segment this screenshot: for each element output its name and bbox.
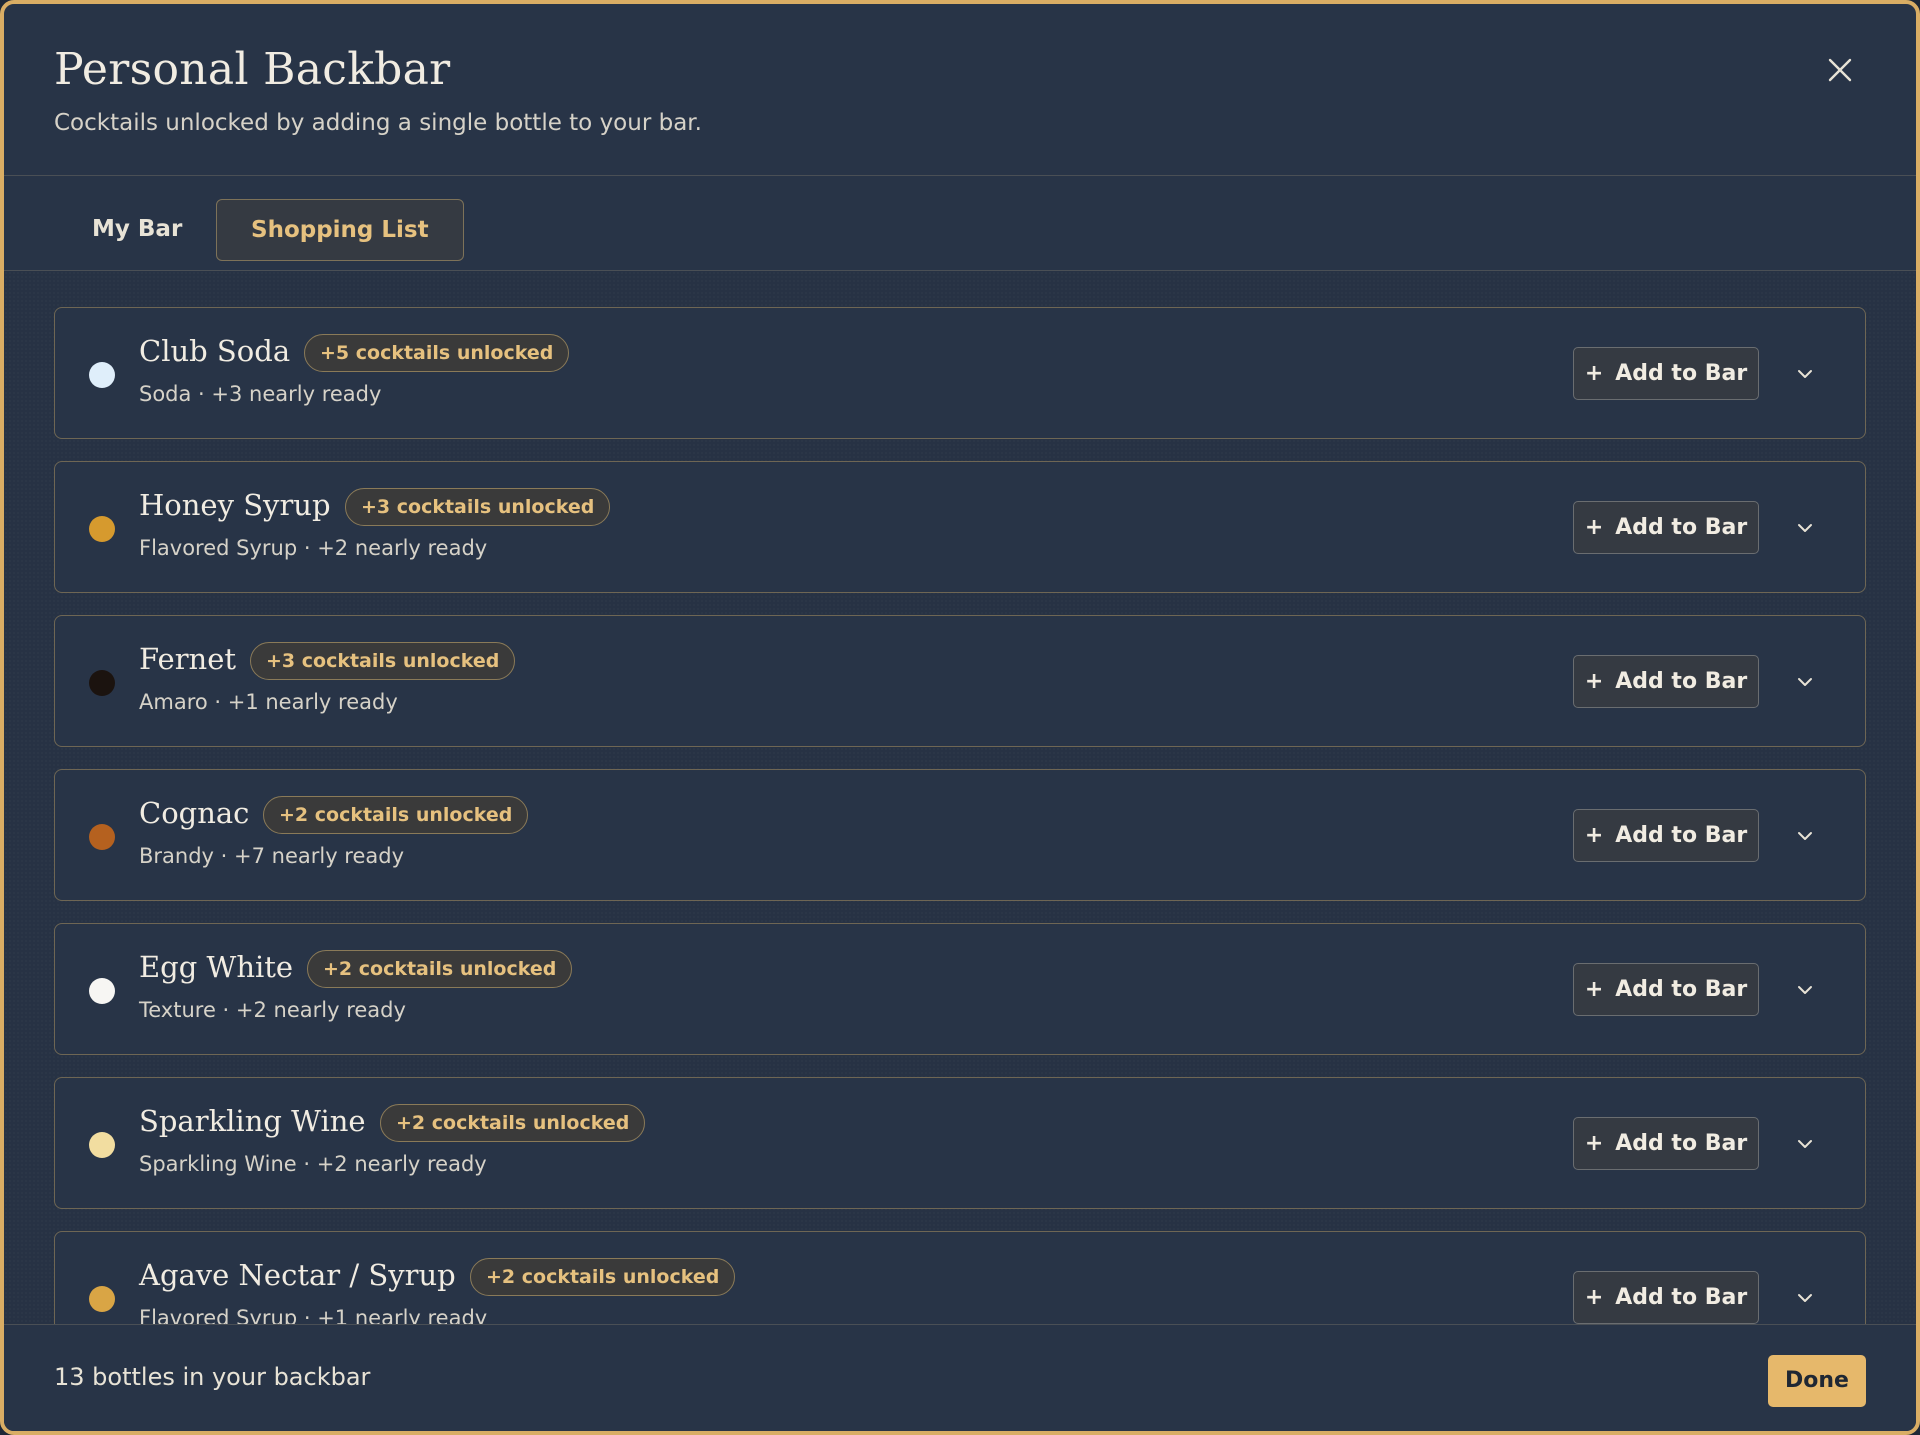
cocktails-unlocked-badge: +2 cocktails unlocked [380,1104,646,1142]
dialog-header: Personal Backbar Cocktails unlocked by a… [4,4,1916,176]
chevron-down-icon[interactable] [1795,826,1815,846]
add-to-bar-label: Add to Bar [1615,515,1748,540]
add-to-bar-button[interactable]: + Add to Bar [1573,347,1759,400]
cocktails-unlocked-badge: +2 cocktails unlocked [470,1258,736,1296]
ingredient-meta: Amaro · +1 nearly ready [139,690,398,714]
close-button[interactable] [1822,52,1858,88]
ingredient-color-dot [89,1286,115,1312]
cocktails-unlocked-badge: +2 cocktails unlocked [263,796,529,834]
add-to-bar-label: Add to Bar [1615,1285,1748,1310]
ingredient-name: Fernet [139,642,237,676]
cocktails-unlocked-badge: +3 cocktails unlocked [250,642,516,680]
shopping-list-scroll-area[interactable]: Club Soda +5 cocktails unlocked Soda · +3 … [4,271,1916,1324]
ingredient-color-dot [89,1132,115,1158]
ingredient-card[interactable]: Honey Syrup +3 cocktails unlocked Flavored… [54,461,1866,593]
ingredient-color-dot [89,824,115,850]
cocktails-unlocked-badge: +5 cocktails unlocked [304,334,570,372]
ingredient-name: Sparkling Wine [139,1104,366,1138]
personal-backbar-dialog: Personal Backbar Cocktails unlocked by a… [0,0,1920,1435]
tab-shopping-list[interactable]: Shopping List [216,199,464,261]
plus-icon: + [1584,669,1604,694]
add-to-bar-button[interactable]: + Add to Bar [1573,501,1759,554]
bottle-count: 13 bottles in your backbar [54,1363,371,1391]
chevron-down-icon[interactable] [1795,672,1815,692]
ingredient-name: Honey Syrup [139,488,331,522]
plus-icon: + [1584,1131,1604,1156]
add-to-bar-button[interactable]: + Add to Bar [1573,1271,1759,1324]
ingredient-card[interactable]: Cognac +2 cocktails unlocked Brandy · +7 n… [54,769,1866,901]
chevron-down-icon[interactable] [1795,980,1815,1000]
ingredient-list: Club Soda +5 cocktails unlocked Soda · +3 … [54,307,1866,1324]
add-to-bar-label: Add to Bar [1615,823,1748,848]
ingredient-name: Egg White [139,950,294,984]
add-to-bar-label: Add to Bar [1615,669,1748,694]
ingredient-meta: Brandy · +7 nearly ready [139,844,405,868]
ingredient-meta: Sparkling Wine · +2 nearly ready [139,1152,487,1176]
cocktails-unlocked-badge: +2 cocktails unlocked [307,950,573,988]
ingredient-name: Club Soda [139,334,291,368]
ingredient-meta: Texture · +2 nearly ready [139,998,406,1022]
add-to-bar-button[interactable]: + Add to Bar [1573,655,1759,708]
cocktails-unlocked-badge: +3 cocktails unlocked [345,488,611,526]
add-to-bar-button[interactable]: + Add to Bar [1573,809,1759,862]
chevron-down-icon[interactable] [1795,1288,1815,1308]
ingredient-meta: Soda · +3 nearly ready [139,382,382,406]
ingredient-name: Agave Nectar / Syrup [139,1258,456,1292]
add-to-bar-label: Add to Bar [1615,1131,1748,1156]
ingredient-meta: Flavored Syrup · +1 nearly ready [139,1306,488,1324]
ingredient-card[interactable]: Sparkling Wine +2 cocktails unlocked Spark… [54,1077,1866,1209]
add-to-bar-label: Add to Bar [1615,361,1748,386]
dialog-subtitle: Cocktails unlocked by adding a single bo… [54,110,702,136]
dialog-footer: 13 bottles in your backbar Done [4,1324,1916,1431]
tab-bar: My Bar Shopping List [4,176,1916,271]
ingredient-color-dot [89,516,115,542]
close-icon [1828,58,1852,82]
ingredient-color-dot [89,978,115,1004]
ingredient-card[interactable]: Fernet +3 cocktails unlocked Amaro · +1 ne… [54,615,1866,747]
dialog-title: Personal Backbar [54,44,451,95]
ingredient-card[interactable]: Egg White +2 cocktails unlocked Texture · … [54,923,1866,1055]
ingredient-meta: Flavored Syrup · +2 nearly ready [139,536,488,560]
plus-icon: + [1584,977,1604,1002]
tab-my-bar[interactable]: My Bar [58,199,216,261]
chevron-down-icon[interactable] [1795,518,1815,538]
plus-icon: + [1584,515,1604,540]
ingredient-card[interactable]: Club Soda +5 cocktails unlocked Soda · +3 … [54,307,1866,439]
add-to-bar-button[interactable]: + Add to Bar [1573,1117,1759,1170]
plus-icon: + [1584,1285,1604,1310]
add-to-bar-button[interactable]: + Add to Bar [1573,963,1759,1016]
chevron-down-icon[interactable] [1795,364,1815,384]
plus-icon: + [1584,361,1604,386]
ingredient-name: Cognac [139,796,250,830]
chevron-down-icon[interactable] [1795,1134,1815,1154]
plus-icon: + [1584,823,1604,848]
ingredient-color-dot [89,670,115,696]
add-to-bar-label: Add to Bar [1615,977,1748,1002]
done-button[interactable]: Done [1768,1355,1866,1407]
ingredient-color-dot [89,362,115,388]
ingredient-card[interactable]: Agave Nectar / Syrup +2 cocktails unlocke… [54,1231,1866,1324]
